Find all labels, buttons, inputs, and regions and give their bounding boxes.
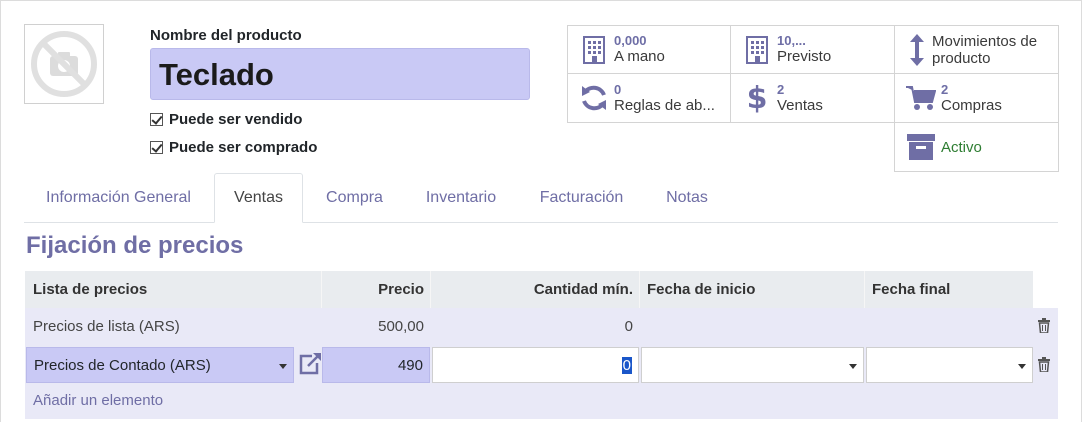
on-hand-value: 0,000 <box>614 33 647 48</box>
product-moves-label: Movimientos de producto <box>932 32 1038 67</box>
active-toggle-button[interactable]: Activo <box>894 122 1059 172</box>
product-moves-button[interactable]: Movimientos de producto <box>894 25 1059 74</box>
can-be-sold-row: Puede ser vendido <box>150 111 302 128</box>
col-min-qty-header[interactable]: Cantidad mín. <box>430 271 639 308</box>
add-line-link[interactable]: Añadir un elemento <box>33 392 163 409</box>
refresh-icon <box>576 84 612 112</box>
building-icon <box>739 35 775 64</box>
row-pricelist: Precios de lista (ARS) <box>33 318 180 335</box>
product-name-label: Nombre del producto <box>150 27 302 44</box>
price-input[interactable]: 490 <box>322 347 430 383</box>
sales-button[interactable]: $ 2 Ventas <box>730 73 895 123</box>
forecast-value: 10,... <box>777 33 806 48</box>
chevron-down-icon <box>1018 364 1026 369</box>
purchases-value: 2 <box>941 81 949 97</box>
pricelist-select-value: Precios de Contado (ARS) <box>34 356 211 374</box>
min-qty-input-value: 0 <box>621 356 632 374</box>
col-start-date-header[interactable]: Fecha de inicio <box>639 271 864 308</box>
tab-facturacion[interactable]: Facturación <box>525 173 638 223</box>
vertical-arrows-icon <box>903 33 930 66</box>
dollar-icon: $ <box>746 80 768 116</box>
on-hand-label: A mano <box>614 48 665 65</box>
forecast-button[interactable]: 10,... Previsto <box>730 25 895 74</box>
reorder-rules-value: 0 <box>614 81 622 97</box>
chevron-down-icon <box>279 364 287 369</box>
start-date-input[interactable] <box>641 347 864 383</box>
pricing-section-title: Fijación de precios <box>26 232 244 259</box>
tab-ventas[interactable]: Ventas <box>214 173 303 223</box>
purchases-label: Compras <box>941 96 1002 114</box>
row-price: 500,00 <box>378 318 424 335</box>
purchases-button[interactable]: 2 Compras <box>894 73 1059 123</box>
no-photo-icon <box>31 31 97 97</box>
shopping-cart-icon <box>903 85 939 111</box>
reorder-rules-label: Reglas de ab... <box>614 96 715 114</box>
pricelist-select[interactable]: Precios de Contado (ARS) <box>26 347 294 383</box>
end-date-input[interactable] <box>866 347 1033 383</box>
on-hand-button[interactable]: 0,000 A mano <box>567 25 731 74</box>
tab-informacion-general[interactable]: Información General <box>31 173 206 223</box>
building-icon <box>576 35 612 64</box>
can-be-sold-label: Puede ser vendido <box>169 111 303 128</box>
col-end-date-header[interactable]: Fecha final <box>864 271 1033 308</box>
trash-icon[interactable] <box>1038 357 1050 377</box>
can-be-purchased-checkbox[interactable] <box>150 141 163 154</box>
min-qty-input[interactable]: 0 <box>432 347 639 383</box>
chevron-down-icon <box>849 364 857 369</box>
price-input-value: 490 <box>397 356 423 374</box>
add-line-row <box>25 383 1058 419</box>
row-min-qty: 0 <box>624 318 633 335</box>
forecast-label: Previsto <box>777 48 832 65</box>
can-be-purchased-label: Puede ser comprado <box>169 139 318 156</box>
tab-notas[interactable]: Notas <box>652 173 722 223</box>
tab-inventario[interactable]: Inventario <box>411 173 511 223</box>
reorder-rules-button[interactable]: 0 Reglas de ab... <box>567 73 731 123</box>
product-image[interactable] <box>24 24 104 104</box>
external-link-icon[interactable] <box>298 353 322 380</box>
product-name-input[interactable]: Teclado <box>150 48 530 100</box>
active-label: Activo <box>941 138 982 156</box>
tab-compra[interactable]: Compra <box>312 173 397 223</box>
sales-value: 2 <box>777 81 785 97</box>
col-price-header[interactable]: Precio <box>321 271 430 308</box>
can-be-purchased-row: Puede ser comprado <box>150 139 317 156</box>
col-pricelist-header[interactable]: Lista de precios <box>25 271 321 308</box>
trash-icon[interactable] <box>1038 318 1050 338</box>
archive-icon <box>903 134 939 160</box>
can-be-sold-checkbox[interactable] <box>150 113 163 126</box>
sales-label: Ventas <box>777 96 823 114</box>
